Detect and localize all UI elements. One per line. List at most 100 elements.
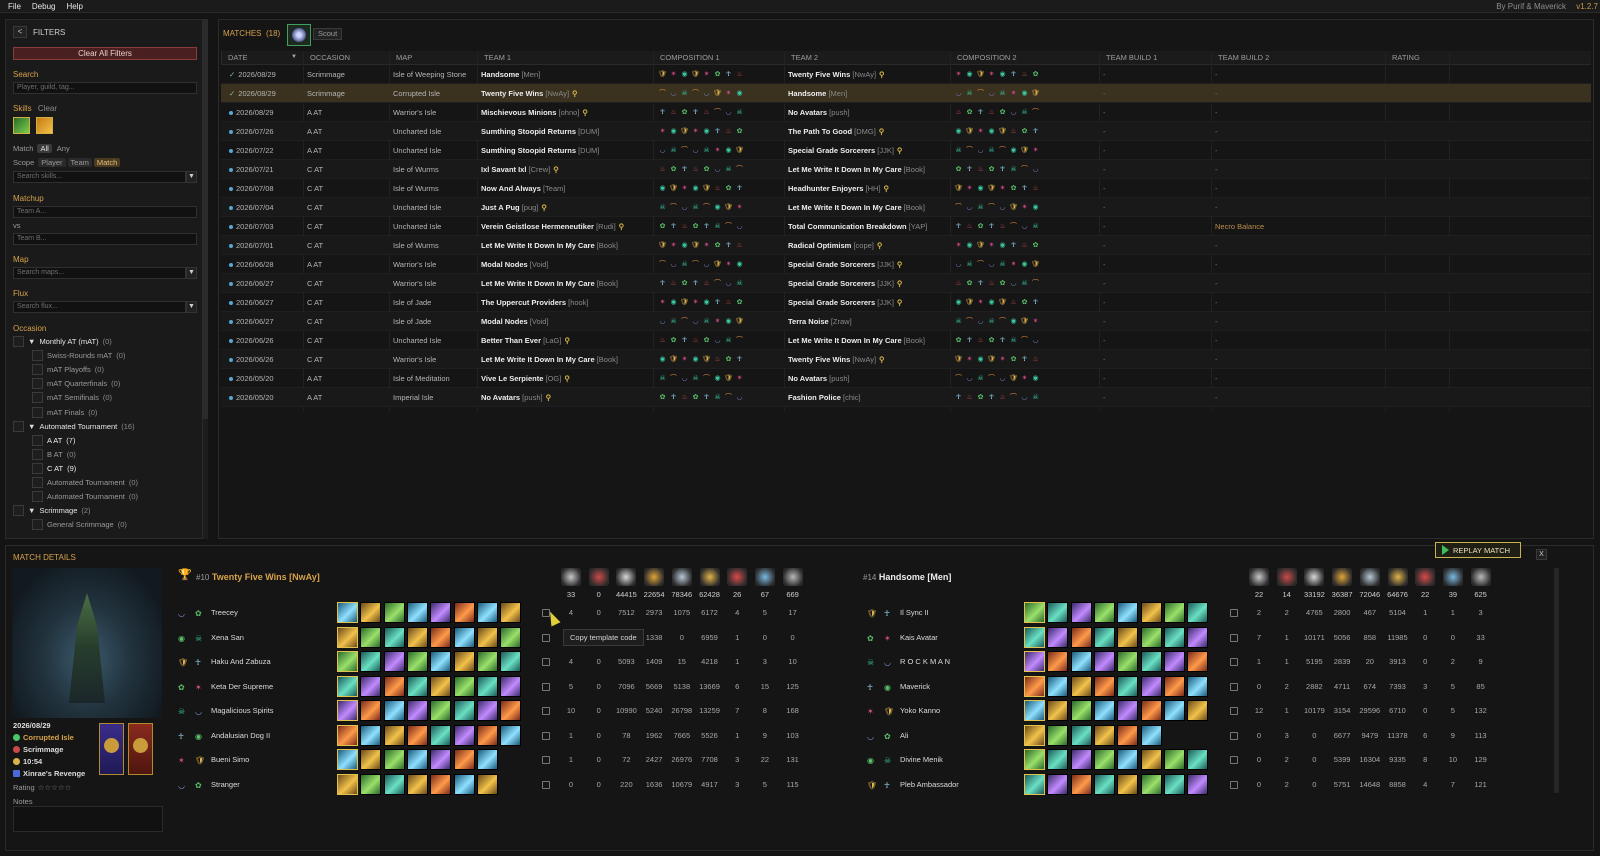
team2-cell[interactable]: Headhunter Enjoyers [HH] ⚲ bbox=[788, 179, 948, 198]
occasion-item[interactable]: mAT Semifinals (0) bbox=[32, 392, 112, 404]
occasion-item[interactable]: B AT (0) bbox=[32, 448, 76, 460]
team1-cell[interactable]: Sumthing Stoopid Returns [DUM] bbox=[481, 122, 651, 141]
match-row[interactable]: 2026/06/27 C AT Warrior's Isle Let Me Write… bbox=[221, 274, 1591, 293]
selected-skill-icon[interactable] bbox=[36, 117, 53, 134]
skill-icon[interactable] bbox=[1093, 602, 1115, 623]
occasion-item[interactable]: ▼ Scrimmage (2) bbox=[13, 505, 91, 517]
skill-icon[interactable] bbox=[1187, 675, 1209, 697]
skill-icon[interactable] bbox=[1117, 724, 1139, 746]
team1-cell[interactable]: Vive Le Serpiente [OG] ⚲ bbox=[481, 369, 651, 388]
chevron-down-icon[interactable]: ▼ bbox=[186, 267, 197, 279]
team1-cell[interactable]: Ixl Savant Ixl [Crew] ⚲ bbox=[481, 160, 651, 179]
skill-icon[interactable] bbox=[1024, 700, 1045, 721]
team2-cell[interactable]: Fashion Police [chic] bbox=[788, 388, 948, 407]
skill-icon[interactable] bbox=[1070, 675, 1092, 697]
column-header[interactable]: RATING bbox=[1385, 51, 1585, 65]
column-header[interactable]: MAP bbox=[389, 51, 475, 65]
skill-icon[interactable] bbox=[1163, 675, 1185, 697]
skill-icon[interactable] bbox=[1187, 773, 1209, 795]
skill-icon[interactable] bbox=[1140, 602, 1162, 623]
team1-cell[interactable]: Sumthing Stoopid Returns [DUM] bbox=[481, 141, 651, 160]
skill-icon[interactable] bbox=[1024, 602, 1045, 623]
skill-icon[interactable] bbox=[1093, 651, 1115, 672]
column-header[interactable]: TEAM 1 bbox=[477, 51, 651, 65]
team1-cell[interactable]: Just A Pug [pug] ⚲ bbox=[481, 198, 651, 217]
occasion-checkbox[interactable] bbox=[13, 336, 24, 347]
search-skills-input[interactable]: Search skills... bbox=[13, 171, 186, 183]
skill-icon[interactable] bbox=[1140, 651, 1162, 672]
match-all-toggle[interactable]: All bbox=[37, 144, 52, 153]
match-any-toggle[interactable]: Any bbox=[54, 144, 73, 153]
skill-icon[interactable] bbox=[1163, 700, 1185, 721]
copy-icon[interactable] bbox=[1230, 658, 1238, 666]
match-row[interactable]: 2026/07/08 C AT Isle of Wurms Now And Alway… bbox=[221, 179, 1591, 198]
skill-icon[interactable] bbox=[1070, 749, 1092, 770]
skill-icon[interactable] bbox=[1047, 724, 1069, 746]
player-row[interactable]: 🛡 ☥ Il Sync II 2 2 4765 2800 467 5104 1 1 3 bbox=[6, 601, 1483, 625]
skill-icon[interactable] bbox=[1163, 626, 1185, 648]
player-name[interactable]: Maverick bbox=[900, 675, 930, 699]
skill-icon[interactable] bbox=[1117, 773, 1139, 795]
occasion-item[interactable]: mAT Quarterfinals (0) bbox=[32, 378, 120, 390]
occasion-item[interactable]: C AT (9) bbox=[32, 462, 76, 474]
sort-icon[interactable]: ▼ bbox=[291, 51, 297, 63]
team1-cell[interactable]: Verein Geistlose Hermeneutiker [Rudi] ⚲ bbox=[481, 217, 651, 236]
team2-cell[interactable]: Special Grade Sorcerers [JJK] ⚲ bbox=[788, 293, 948, 312]
occasion-checkbox[interactable] bbox=[32, 462, 43, 474]
scope-team-toggle[interactable]: Team bbox=[67, 158, 92, 167]
notes-input[interactable] bbox=[13, 806, 163, 832]
match-row[interactable]: 2026/07/21 C AT Isle of Wurms Ixl Savant Ix… bbox=[221, 160, 1591, 179]
skill-icon[interactable] bbox=[1047, 651, 1069, 672]
player-row[interactable]: ✶ 🛡 Yoko Kanno 12 1 10179 3154 29596 6710 0 5 132 bbox=[6, 699, 1487, 723]
skill-icon[interactable] bbox=[1093, 749, 1115, 770]
match-row[interactable]: 2026/08/29 A AT Warrior's Isle Mischievous … bbox=[221, 103, 1591, 122]
flux-search-input[interactable]: Search flux... bbox=[13, 301, 186, 313]
skill-icon[interactable] bbox=[1163, 749, 1185, 770]
team2-cell[interactable]: Special Grade Sorcerers [JJK] ⚲ bbox=[788, 141, 948, 160]
player-row[interactable]: ◡ ✿ Ali 0 3 0 6677 9479 11378 6 9 113 bbox=[6, 724, 1487, 748]
skill-icon[interactable] bbox=[1163, 773, 1185, 795]
occasion-item[interactable]: A AT (7) bbox=[32, 434, 75, 446]
occasion-checkbox[interactable] bbox=[32, 350, 43, 362]
occasion-item[interactable]: Automated Tournament (0) bbox=[32, 477, 138, 488]
occasion-item[interactable]: Automated Tournament (0) bbox=[32, 491, 138, 503]
scout-button[interactable]: Scout bbox=[313, 28, 343, 40]
copy-icon[interactable] bbox=[1230, 682, 1238, 691]
skill-icon[interactable] bbox=[1024, 773, 1045, 795]
match-row[interactable]: 2026/07/04 C AT Uncharted Isle Just A Pug [… bbox=[221, 198, 1591, 217]
filters-scrollbar[interactable] bbox=[203, 19, 208, 539]
copy-icon[interactable] bbox=[1230, 731, 1238, 740]
team2-cell[interactable]: Terra Noise [Zraw] bbox=[788, 312, 948, 331]
column-header[interactable]: TEAM BUILD 2 bbox=[1211, 51, 1385, 65]
player-name[interactable]: Yoko Kanno bbox=[900, 699, 940, 723]
team1-cell[interactable]: Handsome [Men] bbox=[481, 65, 651, 84]
skills-clear-button[interactable]: Clear bbox=[38, 104, 57, 113]
player-filter-icon[interactable] bbox=[287, 24, 311, 46]
match-row[interactable]: ✓ 2026/08/29 Scrimmage Corrupted Isle Twenty… bbox=[221, 84, 1591, 103]
skill-icon[interactable] bbox=[1024, 724, 1045, 746]
player-row[interactable]: 🛡 ☥ Pleb Ambassador 0 2 0 5751 14648 8858 4 7 121 bbox=[6, 773, 1487, 797]
match-row[interactable]: 2026/05/20 A AT Imperial Isle No Avatars [p… bbox=[221, 388, 1591, 407]
team1-cell[interactable]: The Uppercut Providers [hook] bbox=[481, 293, 651, 312]
skill-icon[interactable] bbox=[1070, 602, 1092, 623]
team1-cell[interactable]: Twenty Five Wins [NwAy] ⚲ bbox=[481, 84, 651, 103]
chevron-down-icon[interactable]: ▼ bbox=[28, 337, 35, 346]
skill-icon[interactable] bbox=[1140, 773, 1162, 795]
skill-icon[interactable] bbox=[1163, 651, 1185, 672]
scope-match-toggle[interactable]: Match bbox=[93, 158, 121, 167]
team1-cell[interactable]: Let Me Write It Down In My Care [Book] bbox=[481, 274, 651, 293]
skill-icon[interactable] bbox=[1024, 749, 1045, 770]
team1-cell[interactable]: Let Me Write It Down In My Care [Book] bbox=[481, 236, 651, 255]
player-name[interactable]: Ali bbox=[900, 724, 908, 748]
skill-icon[interactable] bbox=[1070, 700, 1092, 721]
occasion-checkbox[interactable] bbox=[13, 420, 24, 432]
team2-cell[interactable]: Radical Optimism [cope] ⚲ bbox=[788, 236, 948, 255]
scope-player-toggle[interactable]: Player bbox=[38, 158, 66, 167]
skill-icon[interactable] bbox=[1140, 626, 1162, 648]
menu-debug[interactable]: Debug bbox=[32, 2, 56, 11]
skill-icon[interactable] bbox=[1047, 749, 1069, 770]
occasion-checkbox[interactable] bbox=[32, 491, 43, 503]
occasion-item[interactable]: Swiss-Rounds mAT (0) bbox=[32, 350, 125, 362]
team2-cell[interactable]: The Path To Good [DMG] ⚲ bbox=[788, 122, 948, 141]
search-input[interactable]: Player, guild, tag... bbox=[13, 82, 197, 94]
